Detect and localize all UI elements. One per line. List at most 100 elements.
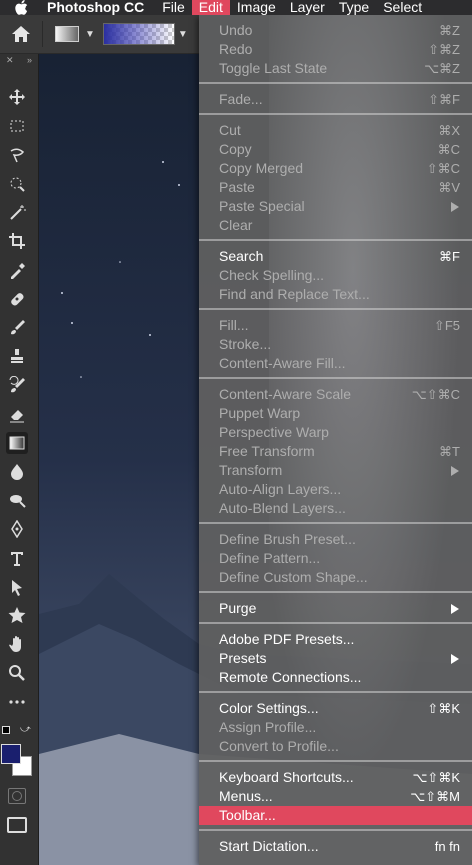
eraser-icon[interactable] [6, 403, 28, 425]
collapse-icon[interactable]: » [27, 54, 32, 66]
menu-item-convert-to-profile[interactable]: Convert to Profile... [199, 737, 472, 756]
menu-item-shortcut: ⌘X [438, 123, 460, 138]
menu-item-shortcut: ⇧F5 [433, 318, 460, 333]
menu-item-label: Search [219, 248, 264, 264]
menu-bar: Photoshop CC File Edit Image Layer Type … [0, 0, 472, 15]
menu-item-purge[interactable]: Purge [199, 599, 472, 618]
menu-item-copy[interactable]: Copy ⌘C [199, 140, 472, 159]
quick-mask-icon[interactable] [8, 788, 26, 804]
menu-item-presets[interactable]: Presets [199, 649, 472, 668]
menu-item-define-custom-shape[interactable]: Define Custom Shape... [199, 568, 472, 587]
menu-item-stroke[interactable]: Stroke... [199, 335, 472, 354]
swap-colors-icon[interactable]: ⤻ [20, 724, 31, 735]
menu-item-remote-connections[interactable]: Remote Connections... [199, 668, 472, 687]
path-select-icon[interactable] [6, 576, 28, 598]
menu-item-label: Keyboard Shortcuts... [219, 769, 354, 785]
menu-type[interactable]: Type [332, 0, 376, 15]
menu-item-content-aware-fill[interactable]: Content-Aware Fill... [199, 354, 472, 373]
menu-item-perspective-warp[interactable]: Perspective Warp [199, 423, 472, 442]
move-icon[interactable] [6, 86, 28, 108]
menu-item-content-aware-scale[interactable]: Content-Aware Scale ⌥⇧⌘C [199, 385, 472, 404]
home-icon[interactable] [10, 23, 32, 45]
gradient-picker[interactable] [102, 23, 175, 45]
menu-item-label: Content-Aware Fill... [219, 355, 346, 371]
menu-file[interactable]: File [155, 0, 192, 15]
menu-separator [199, 691, 472, 693]
menu-item-toolbar[interactable]: Toolbar... [199, 806, 472, 825]
more-tools-icon[interactable] [6, 691, 28, 713]
close-icon[interactable]: ✕ [6, 54, 14, 66]
menu-item-shortcut: ⌥⇧⌘C [411, 387, 460, 402]
submenu-arrow-icon [451, 466, 459, 476]
menu-item-paste[interactable]: Paste ⌘V [199, 178, 472, 197]
menu-separator [199, 308, 472, 310]
type-icon[interactable] [6, 547, 28, 569]
healing-brush-icon[interactable] [6, 288, 28, 310]
menu-item-label: Find and Replace Text... [219, 286, 370, 302]
lasso-icon[interactable] [6, 144, 28, 166]
chevron-down-icon[interactable]: ▼ [85, 29, 95, 40]
menu-item-label: Check Spelling... [219, 267, 325, 283]
foreground-color-swatch[interactable] [1, 744, 21, 764]
menu-item-find-and-replace-text[interactable]: Find and Replace Text... [199, 285, 472, 304]
dodge-icon[interactable] [6, 489, 28, 511]
blur-icon[interactable] [6, 460, 28, 482]
menu-item-paste-special[interactable]: Paste Special [199, 197, 472, 216]
screen-mode-icon[interactable] [7, 817, 27, 833]
menu-separator [199, 829, 472, 831]
menu-select[interactable]: Select [376, 0, 429, 15]
app-menu[interactable]: Photoshop CC [47, 0, 151, 15]
menu-item-shortcut: ⌥⇧⌘M [410, 789, 460, 804]
menu-item-menus[interactable]: Menus... ⌥⇧⌘M [199, 787, 472, 806]
menu-item-start-dictation[interactable]: Start Dictation... fn fn [199, 837, 472, 856]
pen-icon[interactable] [6, 518, 28, 540]
magic-wand-icon[interactable] [6, 201, 28, 223]
menu-item-adobe-pdf-presets[interactable]: Adobe PDF Presets... [199, 630, 472, 649]
menu-item-free-transform[interactable]: Free Transform ⌘T [199, 442, 472, 461]
zoom-icon[interactable] [6, 662, 28, 684]
crop-icon[interactable] [6, 230, 28, 252]
menu-item-transform[interactable]: Transform [199, 461, 472, 480]
menu-item-color-settings[interactable]: Color Settings... ⇧⌘K [199, 699, 472, 718]
hand-icon[interactable] [6, 633, 28, 655]
menu-item-toggle-last-state[interactable]: Toggle Last State ⌥⌘Z [199, 59, 472, 78]
menu-item-search[interactable]: Search ⌘F [199, 247, 472, 266]
marquee-icon[interactable] [6, 115, 28, 137]
menu-item-label: Convert to Profile... [219, 738, 339, 754]
gradient-icon[interactable] [6, 432, 28, 454]
menu-item-label: Fill... [219, 317, 249, 333]
menu-item-shortcut: ⌥⌘Z [424, 61, 460, 76]
menu-item-auto-blend-layers[interactable]: Auto-Blend Layers... [199, 499, 472, 518]
menu-item-puppet-warp[interactable]: Puppet Warp [199, 404, 472, 423]
menu-item-keyboard-shortcuts[interactable]: Keyboard Shortcuts... ⌥⇧⌘K [199, 768, 472, 787]
apple-menu-icon[interactable] [15, 0, 31, 15]
menu-item-assign-profile[interactable]: Assign Profile... [199, 718, 472, 737]
stamp-icon[interactable] [6, 345, 28, 367]
history-brush-icon[interactable] [6, 374, 28, 396]
menu-item-define-pattern[interactable]: Define Pattern... [199, 549, 472, 568]
menu-item-fade[interactable]: Fade... ⇧⌘F [199, 90, 472, 109]
menu-item-label: Copy [219, 141, 252, 157]
menu-item-check-spelling[interactable]: Check Spelling... [199, 266, 472, 285]
menu-item-undo[interactable]: Undo ⌘Z [199, 21, 472, 40]
shape-icon[interactable] [6, 604, 28, 626]
menu-item-redo[interactable]: Redo ⇧⌘Z [199, 40, 472, 59]
menu-layer[interactable]: Layer [283, 0, 332, 15]
menu-item-shortcut: ⌘C [437, 142, 460, 157]
brush-icon[interactable] [6, 316, 28, 338]
menu-item-auto-align-layers[interactable]: Auto-Align Layers... [199, 480, 472, 499]
default-colors-icon[interactable] [2, 726, 10, 734]
menu-item-clear[interactable]: Clear [199, 216, 472, 235]
edit-menu-dropdown: Undo ⌘Z Redo ⇧⌘Z Toggle Last State ⌥⌘Z Fade...… [199, 15, 472, 865]
menu-edit[interactable]: Edit [191, 0, 230, 15]
gradient-picker-chevron-icon[interactable]: ▼ [178, 29, 188, 40]
menu-item-fill[interactable]: Fill... ⇧F5 [199, 316, 472, 335]
menu-item-label: Define Brush Preset... [219, 531, 356, 547]
menu-item-define-brush-preset[interactable]: Define Brush Preset... [199, 530, 472, 549]
menu-image[interactable]: Image [230, 0, 283, 15]
gradient-tool-preset-icon[interactable] [55, 26, 79, 42]
menu-item-copy-merged[interactable]: Copy Merged ⇧⌘C [199, 159, 472, 178]
menu-item-cut[interactable]: Cut ⌘X [199, 121, 472, 140]
eyedropper-icon[interactable] [6, 259, 28, 281]
quick-select-icon[interactable] [6, 172, 28, 194]
